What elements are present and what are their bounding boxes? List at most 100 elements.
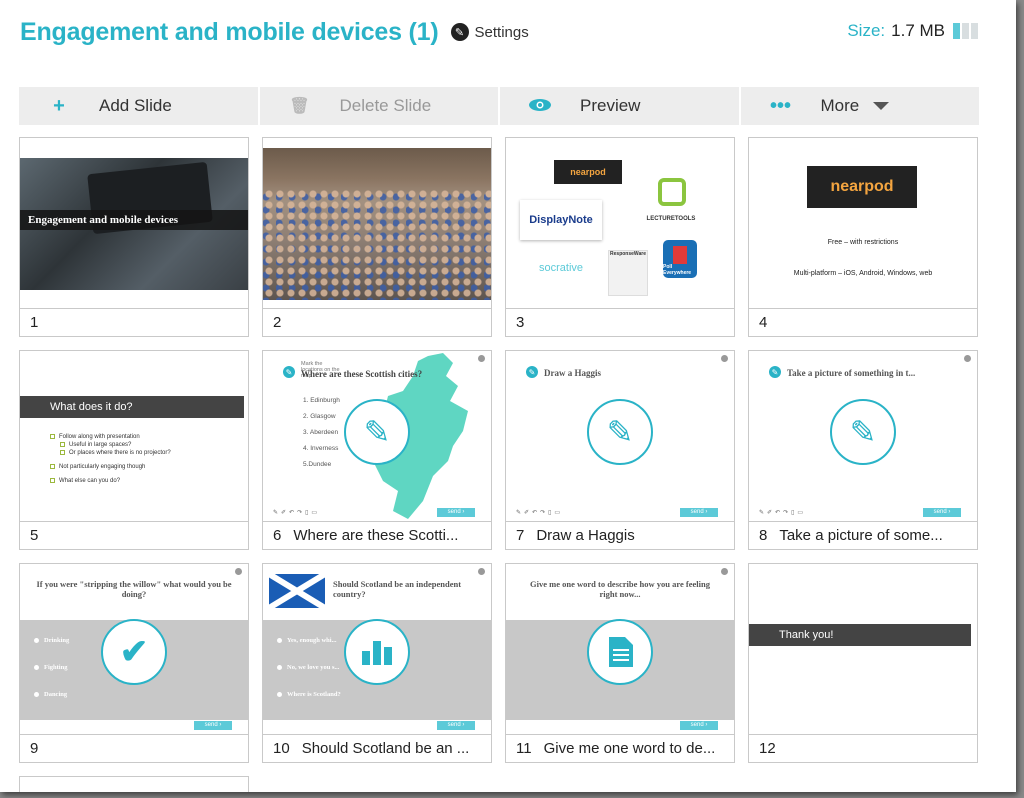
slide-number: 5 xyxy=(30,527,39,544)
responseware-logo: ResponseWare xyxy=(608,250,648,296)
more-button[interactable]: ••• More xyxy=(741,87,980,125)
size-meter-segment xyxy=(962,23,969,39)
slide-thumbnail: ✎ Take a picture of something in t... ✎ … xyxy=(749,351,977,522)
city-item: 3. Aberdeen xyxy=(303,429,339,436)
settings-button[interactable]: ✎ Settings xyxy=(450,23,529,41)
city-item: 1. Edinburgh xyxy=(303,397,340,404)
slide-number: 11 xyxy=(516,740,532,757)
presentation-title: Engagement and mobile devices (1) xyxy=(20,17,439,46)
close-icon xyxy=(235,568,242,575)
drawing-tools: ✎✐↶↷▯▭ xyxy=(516,510,564,516)
slide-card[interactable]: Thank you! 12 xyxy=(748,563,978,763)
slide-number: 2 xyxy=(273,314,282,331)
slide-number: 1 xyxy=(30,314,39,331)
slide-title: Should Scotland be an independent countr… xyxy=(333,579,462,599)
slide-caption-text: Should Scotland be an ... xyxy=(301,740,470,757)
slide-number: 4 xyxy=(759,314,768,331)
audience-image xyxy=(263,188,491,300)
slide-thumbnail: If you were "stripping the willow" what … xyxy=(20,564,248,735)
app-window: Engagement and mobile devices (1) ✎ Sett… xyxy=(0,0,1016,792)
slide-card[interactable]: If you were "stripping the willow" what … xyxy=(19,563,249,763)
send-button: send › xyxy=(680,508,718,517)
slide-caption-text: Where are these Scotti... xyxy=(293,527,459,544)
drawing-tools: ✎✐↶↷▯▭ xyxy=(759,510,807,516)
close-icon xyxy=(478,355,485,362)
city-item: 5.Dundee xyxy=(303,461,332,468)
bullet-item: Useful in large spaces? xyxy=(60,441,171,449)
slide-number: 12 xyxy=(759,740,776,757)
size-meter-segment xyxy=(953,23,960,39)
slide-caption: 9 xyxy=(20,735,248,762)
slide-card[interactable]: 2 xyxy=(262,137,492,337)
city-item: 4. Inverness xyxy=(303,445,339,452)
preview-button[interactable]: Preview xyxy=(500,87,741,125)
slide-card[interactable]: Should Scotland be an independent countr… xyxy=(262,563,492,763)
slide-thumbnail: Give me one word to describe how you are… xyxy=(506,564,734,735)
lecturetools-label: LECTURETOOLS xyxy=(646,216,696,222)
slide-text-line: Free – with restrictions xyxy=(827,239,899,246)
slide-card-partial[interactable] xyxy=(19,776,249,792)
slide-card[interactable]: What does it do? Follow along with prese… xyxy=(19,350,249,550)
pencil-icon: ✎ xyxy=(450,23,469,41)
slide-caption: 8 Take a picture of some... xyxy=(749,522,977,549)
add-slide-button[interactable]: + Add Slide xyxy=(19,87,260,125)
delete-slide-button[interactable]: 🗑 Delete Slide xyxy=(260,87,500,125)
slide-caption: 7 Draw a Haggis xyxy=(506,522,734,549)
displaynote-logo: DisplayNote xyxy=(520,200,602,240)
draw-activity-icon: ✎ xyxy=(526,366,538,378)
slide-title: Where are these Scottish cities? xyxy=(301,369,423,379)
polleverywhere-logo: Poll Everywhere xyxy=(663,240,697,278)
draw-activity-icon: ✎ xyxy=(283,366,295,378)
slide-caption: 12 xyxy=(749,735,977,762)
slide-thumbnail: ✎ Mark the locations on the map Where ar… xyxy=(263,351,491,522)
slide-card[interactable]: Give me one word to describe how you are… xyxy=(505,563,735,763)
slide-card[interactable]: Engagement and mobile devices 1 xyxy=(19,137,249,337)
dots-icon: ••• xyxy=(769,94,791,117)
poll-option: Dancing xyxy=(34,691,67,698)
size-meter-segment xyxy=(971,23,978,39)
slide-text-line: Multi-platform – iOS, Android, Windows, … xyxy=(793,270,933,277)
bullet-item: Follow along with presentation xyxy=(50,433,171,441)
slide-thumbnail: What does it do? Follow along with prese… xyxy=(20,351,248,522)
slide-background-photo: Engagement and mobile devices xyxy=(20,158,248,290)
send-button: send › xyxy=(923,508,961,517)
slide-caption: 3 xyxy=(506,309,734,336)
close-icon xyxy=(721,355,728,362)
lecture-hall-photo xyxy=(263,148,491,300)
slide-caption: 1 xyxy=(20,309,248,336)
lecturetools-logo: LECTURETOOLS xyxy=(646,178,696,222)
slide-title: Take a picture of something in t... xyxy=(787,368,916,378)
nearpod-logo: nearpod xyxy=(554,160,622,184)
close-icon xyxy=(964,355,971,362)
lecturetools-icon xyxy=(658,178,686,206)
pencil-icon: ✎ xyxy=(344,399,410,465)
slide-number: 3 xyxy=(516,314,525,331)
slide-card[interactable]: nearpod Free – with restrictions Multi-p… xyxy=(748,137,978,337)
checkmark-icon: ✔ xyxy=(101,619,167,685)
city-item: 2. Glasgow xyxy=(303,413,336,420)
slide-card[interactable]: ✎ Mark the locations on the map Where ar… xyxy=(262,350,492,550)
close-icon xyxy=(478,568,485,575)
slide-card[interactable]: nearpod DisplayNote LECTURETOOLS socrati… xyxy=(505,137,735,337)
slide-card[interactable]: ✎ Draw a Haggis ✎ ✎✐↶↷▯▭ send › 7 Draw a… xyxy=(505,350,735,550)
pencil-icon: ✎ xyxy=(830,399,896,465)
slide-card[interactable]: ✎ Take a picture of something in t... ✎ … xyxy=(748,350,978,550)
slide-caption: 2 xyxy=(263,309,491,336)
slide-thumbnail xyxy=(263,138,491,309)
bullet-item: Or places where there is no projector? xyxy=(60,449,171,457)
toolbar: + Add Slide 🗑 Delete Slide Preview ••• M… xyxy=(19,87,979,125)
slide-heading: Thank you! xyxy=(749,624,971,646)
eye-icon xyxy=(500,95,580,118)
slide-heading: What does it do? xyxy=(20,396,244,418)
slide-number: 6 xyxy=(273,527,282,544)
trash-icon: 🗑 xyxy=(289,98,310,115)
slide-thumbnail: ✎ Draw a Haggis ✎ ✎✐↶↷▯▭ send › xyxy=(506,351,734,522)
plus-icon: + xyxy=(53,94,65,117)
slide-caption: 4 xyxy=(749,309,977,336)
document-icon xyxy=(587,619,653,685)
slide-thumbnail: Should Scotland be an independent countr… xyxy=(263,564,491,735)
slide-caption-text: Give me one word to de... xyxy=(543,740,716,757)
poll-chart-icon xyxy=(673,246,687,264)
size-value: 1.7 MB xyxy=(891,21,945,40)
nearpod-logo: nearpod xyxy=(807,166,917,208)
